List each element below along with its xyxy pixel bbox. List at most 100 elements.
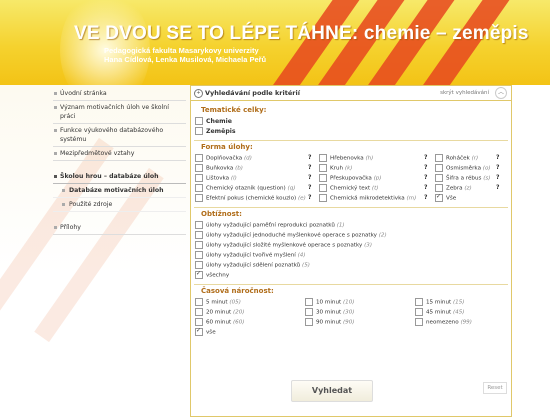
checkbox[interactable] (195, 117, 203, 125)
option-code: (2) (378, 232, 387, 239)
checkbox[interactable] (415, 298, 423, 306)
checkbox[interactable] (195, 298, 203, 306)
checkbox[interactable] (195, 231, 203, 239)
difficulty-option[interactable]: všechny (191, 270, 511, 280)
nav-item-database[interactable]: Školou hrou – databáze úloh (53, 170, 186, 184)
help-link[interactable]: ? (496, 154, 499, 161)
checkbox[interactable] (319, 184, 327, 192)
help-link[interactable]: ? (308, 184, 311, 191)
checkbox[interactable] (435, 154, 443, 162)
checkbox[interactable] (195, 318, 203, 326)
option-code: (20) (232, 309, 245, 316)
nav-subitem-tasks-db[interactable]: Databáze motivačních úloh (53, 184, 186, 198)
difficulty-option[interactable]: úlohy vyžadující tvořivé myšlení (4) (191, 250, 511, 260)
section-title-time: Časová náročnost: (201, 287, 274, 295)
checkbox[interactable] (435, 174, 443, 182)
checkbox[interactable] (319, 154, 327, 162)
chevron-up-icon[interactable]: ︿ (495, 87, 507, 99)
site-header: VE DVOU SE TO LÉPE TÁHNE: chemie – zeměp… (0, 0, 550, 85)
option-code: (4) (297, 252, 306, 259)
help-link[interactable]: ? (496, 184, 499, 191)
nav-item-functions[interactable]: Funkce výukového databázového systému (53, 124, 186, 147)
option-label: Lištovka (206, 175, 230, 182)
option-label: všechny (206, 272, 230, 279)
checkbox[interactable] (195, 184, 203, 192)
option-label: Vše (446, 195, 457, 202)
checkbox[interactable] (319, 194, 327, 202)
checkbox[interactable] (195, 261, 203, 269)
help-link[interactable]: ? (308, 174, 311, 181)
help-link[interactable]: ? (308, 194, 311, 201)
option-label: 20 minut (206, 309, 232, 316)
nav-item-home[interactable]: Úvodní stránka (53, 87, 186, 101)
option-code: (99) (460, 319, 472, 326)
magnifier-icon[interactable]: + (194, 89, 203, 98)
checkbox[interactable] (195, 251, 203, 259)
checkbox[interactable] (195, 241, 203, 249)
option-label: 90 minut (316, 319, 342, 326)
option-label: Roháček (446, 155, 470, 162)
help-link[interactable]: ? (424, 164, 427, 171)
option-code: (3) (364, 242, 373, 249)
option-code: (5) (302, 262, 310, 269)
checkbox[interactable] (305, 318, 313, 326)
option-code: (90) (342, 319, 355, 326)
checkbox[interactable] (195, 327, 203, 336)
help-link[interactable]: ? (308, 154, 311, 161)
checkbox[interactable] (195, 164, 203, 172)
option-label: úlohy vyžadující paměťní reprodukci pozn… (206, 222, 335, 229)
help-link[interactable]: ? (424, 184, 427, 191)
checkbox[interactable] (195, 308, 203, 316)
difficulty-option[interactable]: úlohy vyžadující sdělení poznatků (5) (191, 260, 511, 270)
time-row: 60 minut (60) 90 minut (90) neomezeno (99) (191, 317, 511, 327)
option-code: (60) (232, 319, 245, 326)
checkbox[interactable] (195, 154, 203, 162)
help-link[interactable]: ? (308, 164, 311, 171)
option-label: úlohy vyžadující složité myšlenkové oper… (206, 242, 363, 249)
option-code: (o) (482, 165, 491, 172)
help-link[interactable]: ? (496, 174, 499, 181)
option-label: 15 minut (426, 299, 452, 306)
nav-subitem-sources[interactable]: Použité zdroje (53, 198, 186, 212)
difficulty-option[interactable]: úlohy vyžadující jednoduché myšlenkové o… (191, 230, 511, 240)
topic-option[interactable]: Zeměpis (191, 126, 511, 136)
checkbox[interactable] (195, 174, 203, 182)
difficulty-option[interactable]: úlohy vyžadující složité myšlenkové oper… (191, 240, 511, 250)
option-label: úlohy vyžadující tvořivé myšlení (206, 252, 296, 259)
option-label: Chemický text (330, 185, 371, 192)
nav-item-cross-subject[interactable]: Mezipředmětové vztahy (53, 147, 186, 161)
option-code: (b) (235, 165, 243, 172)
option-code: (e) (298, 195, 306, 202)
checkbox[interactable] (195, 270, 203, 279)
hide-search-link[interactable]: skrýt vyhledávání (440, 90, 489, 96)
help-link[interactable]: ? (424, 194, 427, 201)
checkbox[interactable] (319, 174, 327, 182)
difficulty-option[interactable]: úlohy vyžadující paměťní reprodukci pozn… (191, 220, 511, 230)
checkbox[interactable] (305, 308, 313, 316)
checkbox[interactable] (195, 221, 203, 229)
option-label: Šifra a rébus (446, 175, 482, 182)
help-link[interactable]: ? (424, 174, 427, 181)
help-link[interactable]: ? (496, 164, 499, 171)
site-subtitle-authors: Hana Cídlová, Lenka Musilová, Michaela P… (104, 55, 267, 64)
search-button[interactable]: Vyhledat (291, 380, 373, 402)
checkbox[interactable] (195, 127, 203, 135)
checkbox[interactable] (305, 298, 313, 306)
topic-option[interactable]: Chemie (191, 116, 511, 126)
help-link[interactable]: ? (424, 154, 427, 161)
checkbox[interactable] (195, 194, 203, 202)
checkbox[interactable] (415, 308, 423, 316)
checkbox[interactable] (319, 164, 327, 172)
checkbox[interactable] (435, 193, 443, 202)
reset-button[interactable]: Reset (483, 382, 507, 394)
option-code: (q) (287, 185, 296, 192)
time-row: vše (191, 327, 511, 337)
nav-item-meaning[interactable]: Význam motivačních úloh ve školní práci (53, 101, 186, 124)
checkbox[interactable] (435, 184, 443, 192)
nav-item-attachments[interactable]: Přílohy (53, 221, 186, 235)
checkbox[interactable] (415, 318, 423, 326)
option-label: 5 minut (206, 299, 228, 306)
checkbox[interactable] (435, 164, 443, 172)
option-label: Chemie (206, 118, 232, 125)
section-title-task-form: Forma úlohy: (201, 143, 253, 151)
